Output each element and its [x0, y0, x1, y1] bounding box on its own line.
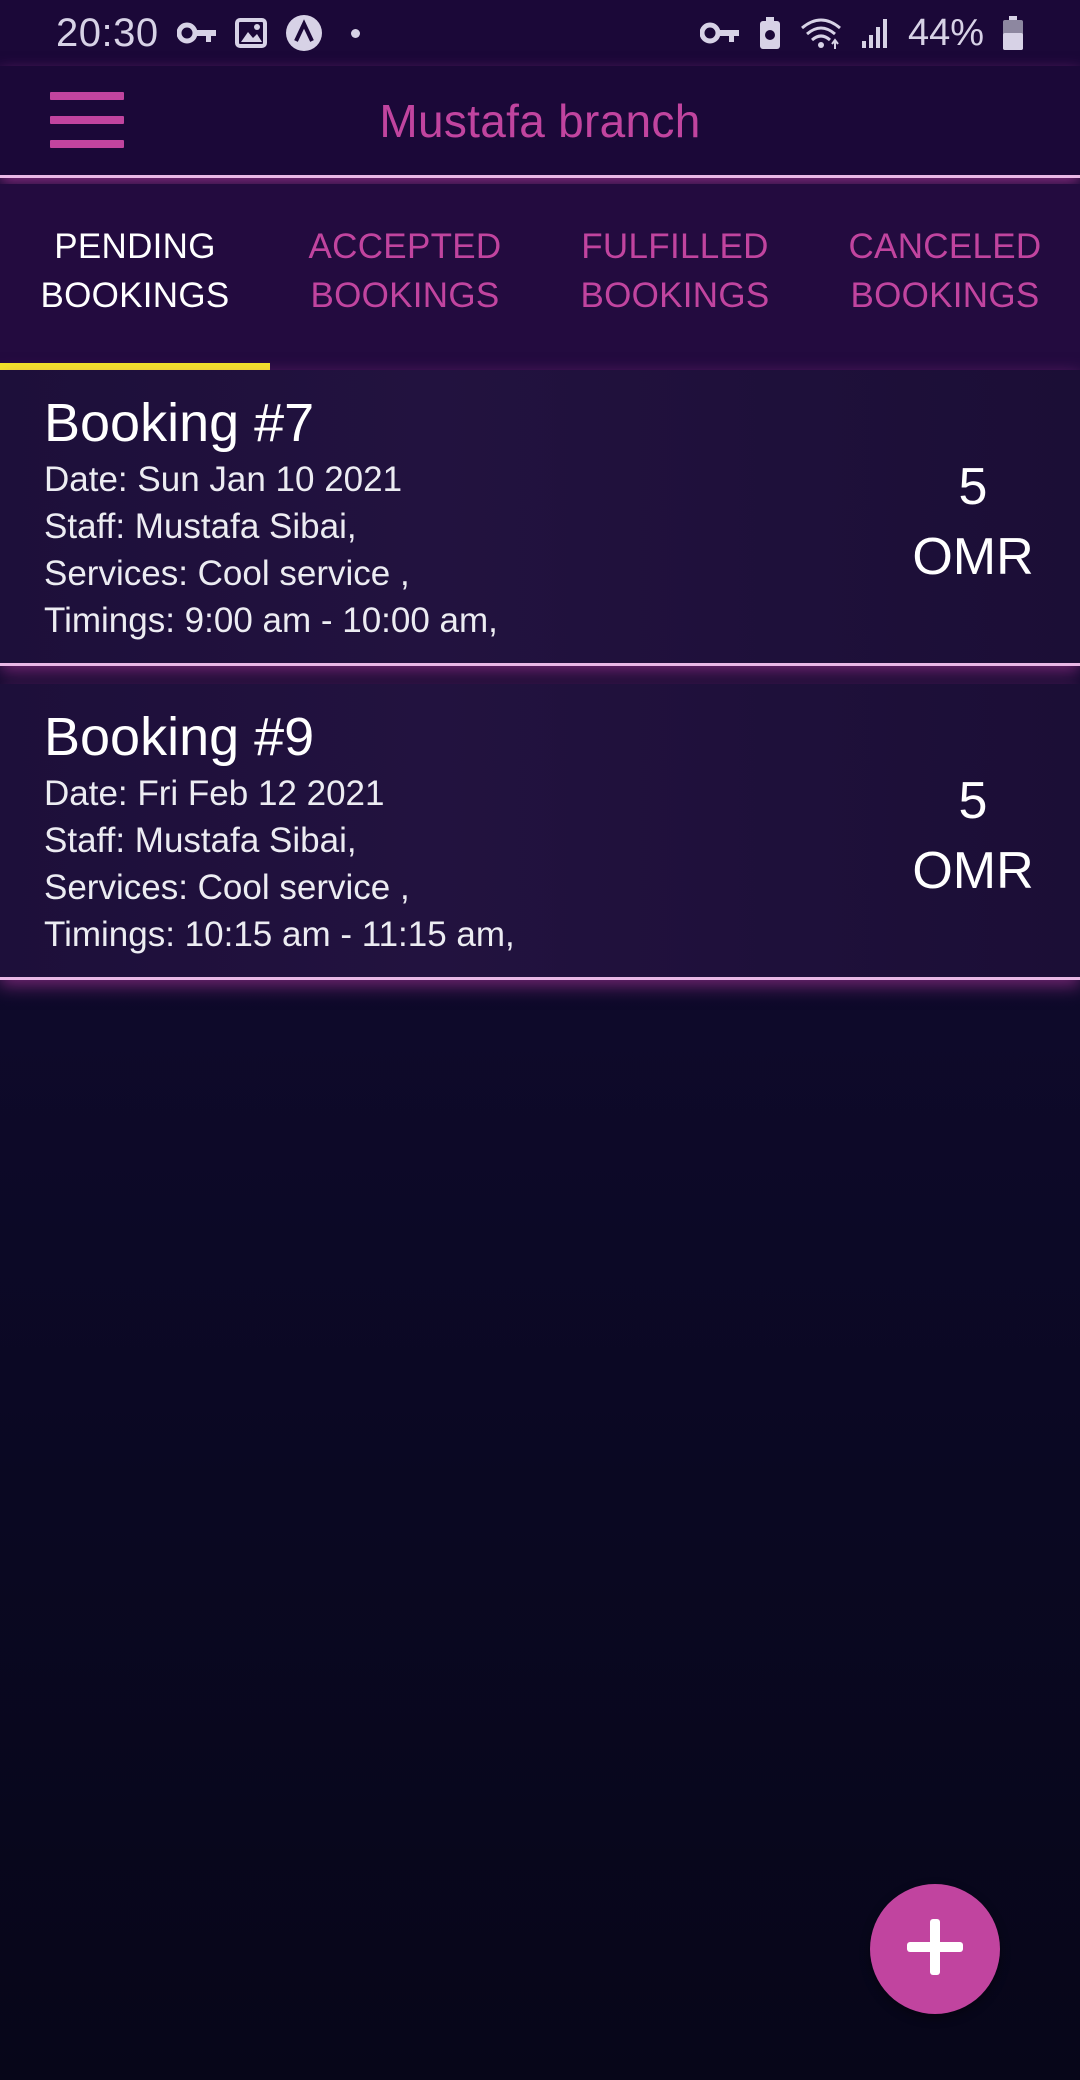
- app-a-icon: [285, 14, 323, 52]
- tab-label: ACCEPTED BOOKINGS: [308, 227, 502, 315]
- signal-icon: [860, 17, 890, 49]
- tab-accepted-bookings[interactable]: ACCEPTED BOOKINGS: [270, 184, 540, 370]
- booking-services: Services: Cool service ,: [44, 868, 410, 907]
- tab-label: FULFILLED BOOKINGS: [580, 227, 770, 315]
- price-amount: 5: [958, 458, 988, 516]
- price-amount: 5: [958, 772, 988, 830]
- app-bar: Mustafa branch: [0, 66, 1080, 178]
- vpn-key-icon: [176, 21, 217, 45]
- booking-card[interactable]: Booking #7 Date: Sun Jan 10 2021 Staff: …: [0, 370, 1080, 666]
- booking-staff: Staff: Mustafa Sibai,: [44, 821, 357, 860]
- dot-icon: [350, 28, 360, 38]
- image-icon: [234, 18, 267, 48]
- tab-fulfilled-bookings[interactable]: FULFILLED BOOKINGS: [540, 184, 810, 370]
- plus-icon: [903, 1915, 967, 1984]
- status-time: 20:30: [56, 10, 159, 55]
- battery-icon: [1002, 15, 1024, 51]
- price-currency: OMR: [912, 842, 1034, 900]
- tab-label: CANCELED BOOKINGS: [848, 227, 1042, 315]
- booking-title: Booking #7: [44, 393, 315, 453]
- booking-price: 5 OMR: [908, 766, 1038, 906]
- booking-timings: Timings: 10:15 am - 11:15 am,: [44, 915, 515, 954]
- booking-card[interactable]: Booking #9 Date: Fri Feb 12 2021 Staff: …: [0, 684, 1080, 980]
- tab-label: PENDING BOOKINGS: [40, 227, 230, 315]
- battery-percent: 44%: [907, 11, 984, 54]
- booking-tabs: PENDING BOOKINGS ACCEPTED BOOKINGS FULFI…: [0, 184, 1080, 370]
- booking-timings: Timings: 9:00 am - 10:00 am,: [44, 601, 498, 640]
- wifi-icon: [800, 16, 842, 50]
- tab-pending-bookings[interactable]: PENDING BOOKINGS: [0, 184, 270, 370]
- status-left: 20:30: [56, 11, 360, 56]
- status-bar: 20:30 44%: [0, 0, 1080, 66]
- status-right: 44%: [699, 11, 1024, 55]
- add-booking-button[interactable]: [870, 1884, 1000, 2014]
- tab-canceled-bookings[interactable]: CANCELED BOOKINGS: [810, 184, 1080, 370]
- battery-saver-icon: [758, 16, 782, 50]
- booking-services: Services: Cool service ,: [44, 554, 410, 593]
- booking-date: Date: Sun Jan 10 2021: [44, 460, 403, 499]
- booking-date: Date: Fri Feb 12 2021: [44, 774, 385, 813]
- vpn-key-icon: [699, 21, 740, 45]
- booking-staff: Staff: Mustafa Sibai,: [44, 507, 357, 546]
- booking-price: 5 OMR: [908, 452, 1038, 592]
- price-currency: OMR: [912, 528, 1034, 586]
- page-title: Mustafa branch: [379, 95, 701, 147]
- booking-title: Booking #9: [44, 707, 315, 767]
